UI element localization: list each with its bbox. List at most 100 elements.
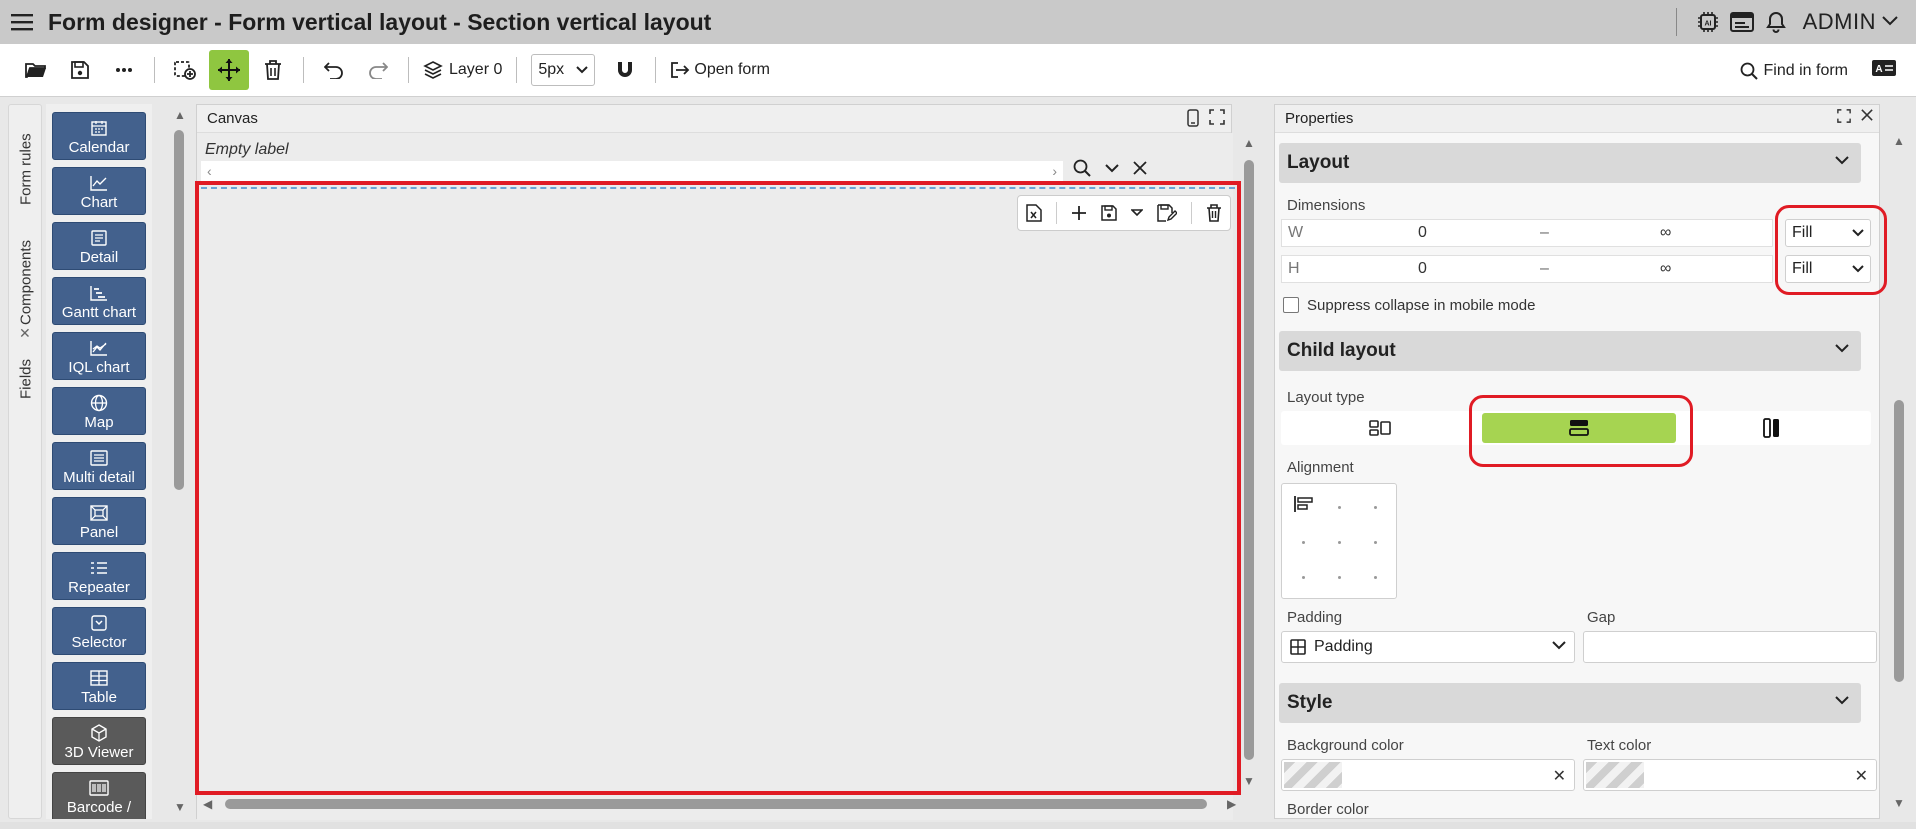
palette-item-barcode[interactable]: Barcode / <box>52 772 146 819</box>
palette-item-selector[interactable]: Selector <box>52 607 146 655</box>
height-max-input[interactable]: ∞ <box>1660 260 1671 278</box>
close-icon[interactable]: ✕ <box>19 325 31 342</box>
chevron-down-icon[interactable] <box>1105 163 1119 173</box>
magnet-snap-icon[interactable] <box>605 50 645 90</box>
canvas-vertical-scrollbar[interactable]: ▲ ▼ <box>1242 136 1256 788</box>
selected-section[interactable] <box>195 181 1241 795</box>
align-dot[interactable] <box>1338 506 1341 509</box>
expand-icon[interactable] <box>1209 109 1225 125</box>
palette-item-gantt-chart[interactable]: Gantt chart <box>52 277 146 325</box>
open-form-button[interactable]: Open form <box>670 61 770 79</box>
close-icon[interactable] <box>1861 109 1873 121</box>
width-min-input[interactable]: 0 <box>1418 224 1427 242</box>
child-layout-section-title: Child layout <box>1287 340 1396 361</box>
align-dot[interactable] <box>1374 541 1377 544</box>
color-swatch[interactable] <box>1586 762 1644 788</box>
clear-icon[interactable]: ✕ <box>1855 766 1868 786</box>
label-toggle-icon[interactable]: A <box>1872 60 1896 81</box>
redo-icon[interactable] <box>358 50 398 90</box>
palette-item-calendar[interactable]: Calendar <box>52 112 146 160</box>
open-folder-button[interactable] <box>16 50 56 90</box>
color-swatch[interactable] <box>1284 762 1342 788</box>
save-icon[interactable] <box>1101 205 1117 221</box>
child-layout-section-header[interactable]: Child layout <box>1279 331 1861 371</box>
padding-select[interactable]: Padding <box>1281 631 1575 663</box>
line-chart-icon <box>90 175 107 191</box>
tab-fields[interactable]: Fields <box>9 349 43 409</box>
palette-item-map[interactable]: Map <box>52 387 146 435</box>
style-section-header[interactable]: Style <box>1279 683 1861 723</box>
layout-type-free-button[interactable] <box>1283 413 1477 443</box>
palette-item-detail[interactable]: Detail <box>52 222 146 270</box>
align-dot[interactable] <box>1374 576 1377 579</box>
scrollbar-thumb[interactable] <box>1244 160 1254 760</box>
palette-item-table[interactable]: Table <box>52 662 146 710</box>
ai-chip-icon[interactable]: AI <box>1691 5 1725 39</box>
align-dot[interactable] <box>1338 576 1341 579</box>
expand-icon[interactable] <box>1837 109 1851 123</box>
tab-components[interactable]: Components <box>9 237 43 327</box>
bell-icon[interactable] <box>1759 5 1793 39</box>
layout-section-header[interactable]: Layout <box>1279 143 1861 183</box>
move-tool-button[interactable] <box>209 50 249 90</box>
browser-window-icon[interactable] <box>1725 5 1759 39</box>
palette-item-chart[interactable]: Chart <box>52 167 146 215</box>
canvas-nav-strip[interactable]: ‹ › <box>201 161 1063 181</box>
chevron-right-icon[interactable]: › <box>1052 163 1057 179</box>
palette-item-panel[interactable]: Panel <box>52 497 146 545</box>
align-dot[interactable] <box>1374 506 1377 509</box>
save-button[interactable] <box>60 50 100 90</box>
scrollbar-thumb[interactable] <box>225 799 1207 809</box>
canvas-area[interactable]: Empty label ‹ › ◀ ▶ <box>195 133 1241 820</box>
tab-form-rules[interactable]: Form rules <box>9 129 43 209</box>
align-top-left-icon[interactable] <box>1294 496 1314 512</box>
component-palette: Calendar Chart Detail Gantt chart IQL ch… <box>46 104 152 819</box>
chevron-down-icon[interactable] <box>1882 13 1898 31</box>
palette-item-label: Gantt chart <box>61 303 137 321</box>
add-icon[interactable] <box>1071 205 1087 221</box>
palette-scrollbar[interactable]: ▲ ▼ <box>172 108 186 818</box>
chevron-left-icon[interactable]: ‹ <box>207 163 212 179</box>
clear-icon[interactable]: ✕ <box>1553 766 1566 786</box>
undo-icon[interactable] <box>314 50 354 90</box>
canvas-horizontal-scrollbar[interactable]: ◀ ▶ <box>203 797 1241 811</box>
background-color-input[interactable]: ✕ <box>1281 759 1575 791</box>
palette-item-repeater[interactable]: Repeater <box>52 552 146 600</box>
scrollbar-thumb[interactable] <box>1894 400 1904 682</box>
layout-type-horizontal-button[interactable] <box>1675 413 1869 443</box>
align-dot[interactable] <box>1302 541 1305 544</box>
properties-scrollbar[interactable]: ▲ ▼ <box>1890 134 1908 816</box>
add-component-button[interactable] <box>165 50 205 90</box>
export-excel-icon[interactable] <box>1026 204 1042 222</box>
align-dot[interactable] <box>1338 541 1341 544</box>
empty-label[interactable]: Empty label <box>205 141 289 159</box>
alignment-grid[interactable] <box>1281 483 1397 599</box>
palette-item-multi-detail[interactable]: Multi detail <box>52 442 146 490</box>
delete-button[interactable] <box>253 50 293 90</box>
scrollbar-thumb[interactable] <box>174 130 184 490</box>
user-menu[interactable]: ADMIN <box>1803 9 1876 35</box>
align-dot[interactable] <box>1302 576 1305 579</box>
height-row[interactable]: H 0 – ∞ <box>1281 255 1773 283</box>
background-color-label: Background color <box>1287 737 1404 754</box>
search-icon[interactable] <box>1073 159 1091 177</box>
palette-item-iql-chart[interactable]: IQL chart <box>52 332 146 380</box>
grid-size-select[interactable]: 5px <box>531 54 596 86</box>
palette-item-3d-viewer[interactable]: 3D Viewer <box>52 717 146 765</box>
gap-input[interactable] <box>1583 631 1877 663</box>
height-min-input[interactable]: 0 <box>1418 260 1427 278</box>
text-color-input[interactable]: ✕ <box>1583 759 1877 791</box>
width-max-input[interactable]: ∞ <box>1660 224 1671 242</box>
trash-icon[interactable] <box>1206 204 1222 222</box>
mobile-preview-icon[interactable] <box>1187 109 1199 127</box>
save-edit-icon[interactable] <box>1157 204 1177 222</box>
more-options-icon[interactable] <box>104 50 144 90</box>
caret-down-icon[interactable] <box>1131 209 1143 217</box>
hamburger-menu-icon[interactable] <box>0 0 44 44</box>
suppress-collapse-checkbox[interactable] <box>1283 297 1299 313</box>
layer-selector[interactable]: Layer 0 <box>417 60 508 80</box>
close-icon[interactable] <box>1133 161 1147 175</box>
palette-item-label: Detail <box>79 248 119 266</box>
find-in-form-button[interactable]: Find in form <box>1740 62 1848 80</box>
width-row[interactable]: W 0 – ∞ <box>1281 219 1773 247</box>
